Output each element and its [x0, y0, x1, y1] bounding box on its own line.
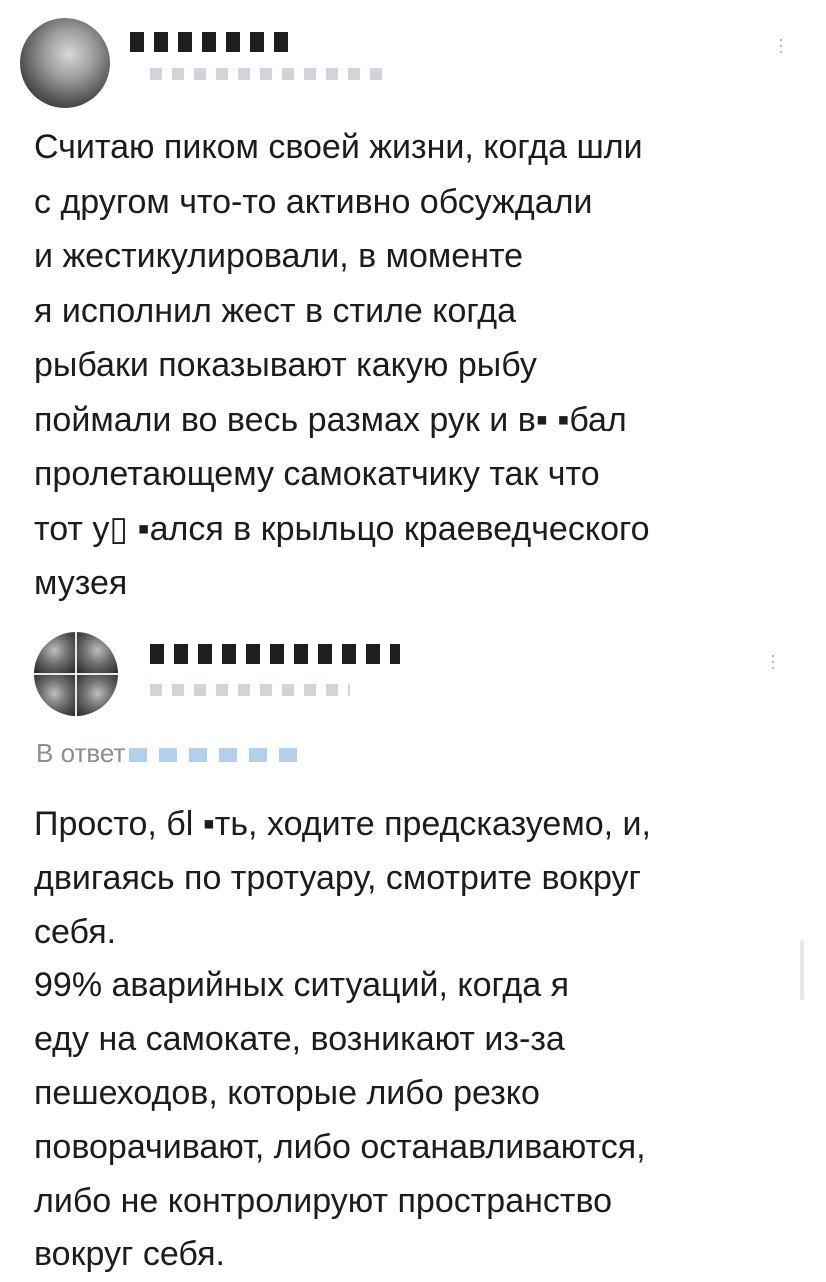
more-vertical-icon[interactable]: · · ·: [768, 646, 778, 676]
author-name-redacted[interactable]: [130, 32, 290, 52]
reply-to-line: В ответ: [36, 738, 300, 769]
reply-author-avatar[interactable]: [34, 632, 118, 716]
author-handle-redacted: [150, 68, 390, 80]
author-avatar[interactable]: [20, 18, 110, 108]
post-text: Считаю пиком своей жизни, когда шли с др…: [34, 128, 650, 602]
reply-author-handle-redacted: [150, 684, 350, 696]
more-vertical-icon[interactable]: · · ·: [776, 30, 786, 60]
reply-to-handle-redacted[interactable]: [129, 748, 300, 763]
reply-to-label: В ответ: [36, 738, 126, 768]
scrollbar[interactable]: [800, 940, 804, 1000]
reply-text: Просто, бl ▪ть, ходите предсказуемо, и, …: [34, 805, 651, 1274]
reply-author-name-redacted[interactable]: [150, 644, 400, 664]
